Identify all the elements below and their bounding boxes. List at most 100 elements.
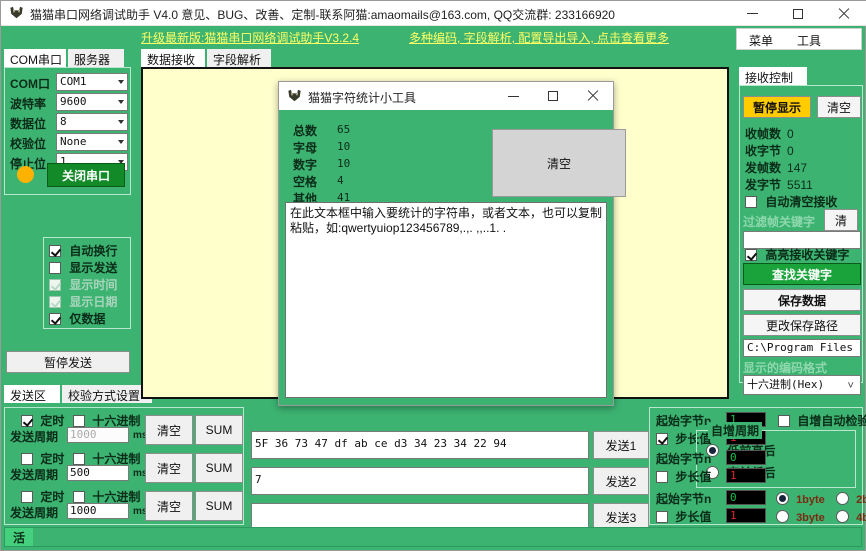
checkbox-auto-check[interactable] bbox=[778, 415, 790, 427]
size-option-3byte[interactable]: 3byte bbox=[776, 510, 825, 524]
checkbox-auto-clear-receive[interactable] bbox=[745, 196, 757, 208]
checkbox-hex-3[interactable] bbox=[73, 491, 85, 503]
checkbox-timer-2[interactable] bbox=[21, 453, 33, 465]
stat-tx-frames: 发帧数147 bbox=[745, 159, 807, 176]
dialog-minimize-button[interactable] bbox=[493, 82, 533, 110]
tab-receive-control[interactable]: 接收控制 bbox=[739, 67, 807, 85]
checkbox-hex-2[interactable] bbox=[73, 453, 85, 465]
timer-checkbox-3-wrap[interactable]: 定时 bbox=[21, 488, 64, 505]
dialog-clear-button[interactable]: 清空 bbox=[492, 129, 626, 197]
upgrade-link[interactable]: 升级最新版:猫猫串口网络调试助手V3.2.4 bbox=[141, 29, 359, 46]
dialog-text-input[interactable]: 在此文本框中输入要统计的字符串，或者文本，也可以复制粘贴，如:qwertyuio… bbox=[285, 202, 607, 398]
step-option-2[interactable]: 步长值 bbox=[656, 468, 711, 485]
send-input-2[interactable]: 7 bbox=[251, 467, 589, 495]
tab-send-area[interactable]: 发送区 bbox=[4, 385, 60, 403]
checkbox-highlight-keyword[interactable] bbox=[745, 249, 757, 261]
save-path-input[interactable]: C:\Program Files bbox=[743, 339, 861, 357]
data-bits-select[interactable]: 8 bbox=[56, 113, 128, 131]
size-option-2byte[interactable]: 2byte bbox=[836, 492, 866, 506]
find-keyword-button[interactable]: 查找关键字 bbox=[743, 263, 861, 285]
step-input-2[interactable]: 1 bbox=[726, 468, 766, 483]
parity-select[interactable]: None bbox=[56, 133, 128, 151]
auto-clear-label: 自动清空接收 bbox=[765, 195, 837, 209]
option-show-send[interactable]: 显示发送 bbox=[49, 259, 117, 275]
checkbox-hex-1[interactable] bbox=[73, 415, 85, 427]
dialog-close-button[interactable] bbox=[573, 82, 613, 110]
checkbox-show-time[interactable] bbox=[49, 279, 61, 291]
radio-3byte[interactable] bbox=[776, 510, 789, 523]
maximize-button[interactable] bbox=[775, 1, 821, 26]
send-input-1[interactable]: 5F 36 73 47 df ab ce d3 34 23 34 22 94 bbox=[251, 431, 589, 459]
dialog-stat-value-digits: 10 bbox=[337, 157, 350, 170]
checkbox-data-only[interactable] bbox=[49, 313, 61, 325]
period-input-2[interactable]: 500 bbox=[67, 465, 129, 481]
sum-button-1[interactable]: SUM bbox=[195, 415, 243, 445]
period-input-3[interactable]: 1000 bbox=[67, 503, 129, 519]
step-input-3[interactable]: 1 bbox=[726, 508, 766, 523]
close-port-button[interactable]: 关闭串口 bbox=[47, 163, 125, 187]
checkbox-auto-wrap[interactable] bbox=[49, 245, 61, 257]
tab-checksum-settings[interactable]: 校验方式设置 bbox=[62, 385, 152, 403]
encoding-format-select[interactable]: 十六进制(Hex) ˅ bbox=[743, 375, 861, 395]
clear-button-3[interactable]: 清空 bbox=[145, 491, 193, 521]
com-port-select[interactable]: COM1 bbox=[56, 73, 128, 91]
auto-clear-receive-option[interactable]: 自动清空接收 bbox=[745, 193, 837, 209]
option-show-date[interactable]: 显示日期 bbox=[49, 293, 117, 309]
step-option-3[interactable]: 步长值 bbox=[656, 508, 711, 525]
tab-com-port[interactable]: COM串口 bbox=[4, 49, 66, 67]
checkbox-step-2[interactable] bbox=[656, 471, 668, 483]
pause-display-button[interactable]: 暂停显示 bbox=[743, 96, 811, 118]
checkbox-step-1[interactable] bbox=[656, 433, 668, 445]
hex-label: 十六进制 bbox=[92, 490, 140, 504]
option-data-only[interactable]: 仅数据 bbox=[49, 310, 105, 326]
timer-label: 定时 bbox=[40, 414, 64, 428]
radio-4byte[interactable] bbox=[836, 510, 849, 523]
tab-field-parse[interactable]: 字段解析 bbox=[207, 49, 271, 67]
auto-check-option[interactable]: 自增自动检验 bbox=[778, 412, 866, 429]
option-auto-wrap[interactable]: 自动换行 bbox=[49, 242, 117, 258]
checkbox-timer-3[interactable] bbox=[21, 491, 33, 503]
clear-receive-button[interactable]: 清空 bbox=[817, 96, 861, 118]
radio-2byte[interactable] bbox=[836, 492, 849, 505]
sum-button-2[interactable]: SUM bbox=[195, 453, 243, 483]
tab-server[interactable]: 服务器 bbox=[68, 49, 124, 67]
clear-button-2[interactable]: 清空 bbox=[145, 453, 193, 483]
size-option-4byte[interactable]: 4byte bbox=[836, 510, 866, 524]
checkbox-step-3[interactable] bbox=[656, 511, 668, 523]
checkbox-timer-1[interactable] bbox=[21, 415, 33, 427]
step-label: 步长值 bbox=[675, 510, 711, 524]
period-input-1[interactable]: 1000 bbox=[67, 427, 129, 443]
highlight-label: 高亮接收关键字 bbox=[765, 248, 849, 262]
timer-checkbox-2-wrap[interactable]: 定时 bbox=[21, 450, 64, 467]
radio-1byte[interactable] bbox=[776, 492, 789, 505]
send-button-1[interactable]: 发送1 bbox=[593, 431, 649, 459]
status-bar: 活 bbox=[4, 527, 862, 547]
checkbox-show-date[interactable] bbox=[49, 296, 61, 308]
baud-rate-value: 9600 bbox=[60, 95, 87, 108]
checkbox-show-send[interactable] bbox=[49, 262, 61, 274]
send-button-2[interactable]: 发送2 bbox=[593, 467, 649, 495]
menu-button[interactable]: 菜单 bbox=[749, 32, 773, 49]
option-show-time[interactable]: 显示时间 bbox=[49, 276, 117, 292]
change-save-path-button[interactable]: 更改保存路径 bbox=[743, 314, 861, 336]
close-button[interactable] bbox=[821, 1, 866, 26]
pause-send-button[interactable]: 暂停发送 bbox=[6, 351, 130, 373]
start-byte-input-3[interactable]: 0 bbox=[726, 490, 766, 505]
minimize-button[interactable] bbox=[729, 1, 775, 26]
tools-button[interactable]: 工具 bbox=[797, 32, 821, 49]
stat-label: 发帧数 bbox=[745, 161, 781, 175]
highlight-keyword-option[interactable]: 高亮接收关键字 bbox=[745, 246, 849, 262]
dialog-maximize-button[interactable] bbox=[533, 82, 573, 110]
tab-data-receive[interactable]: 数据接收 bbox=[141, 49, 205, 67]
size-option-1byte[interactable]: 1byte bbox=[776, 492, 825, 506]
clear-button-1[interactable]: 清空 bbox=[145, 415, 193, 445]
timer-checkbox-1-wrap[interactable]: 定时 bbox=[21, 412, 64, 429]
start-byte-input-2[interactable]: 0 bbox=[726, 450, 766, 465]
features-link[interactable]: 多种编码, 字段解析, 配置导出导入, 点击查看更多 bbox=[409, 29, 669, 46]
stat-value: 0 bbox=[787, 144, 794, 158]
save-data-button[interactable]: 保存数据 bbox=[743, 289, 861, 311]
filter-clear-button[interactable]: 清 bbox=[824, 209, 858, 231]
baud-rate-select[interactable]: 9600 bbox=[56, 93, 128, 111]
com-port-value: COM1 bbox=[60, 75, 87, 88]
sum-button-3[interactable]: SUM bbox=[195, 491, 243, 521]
